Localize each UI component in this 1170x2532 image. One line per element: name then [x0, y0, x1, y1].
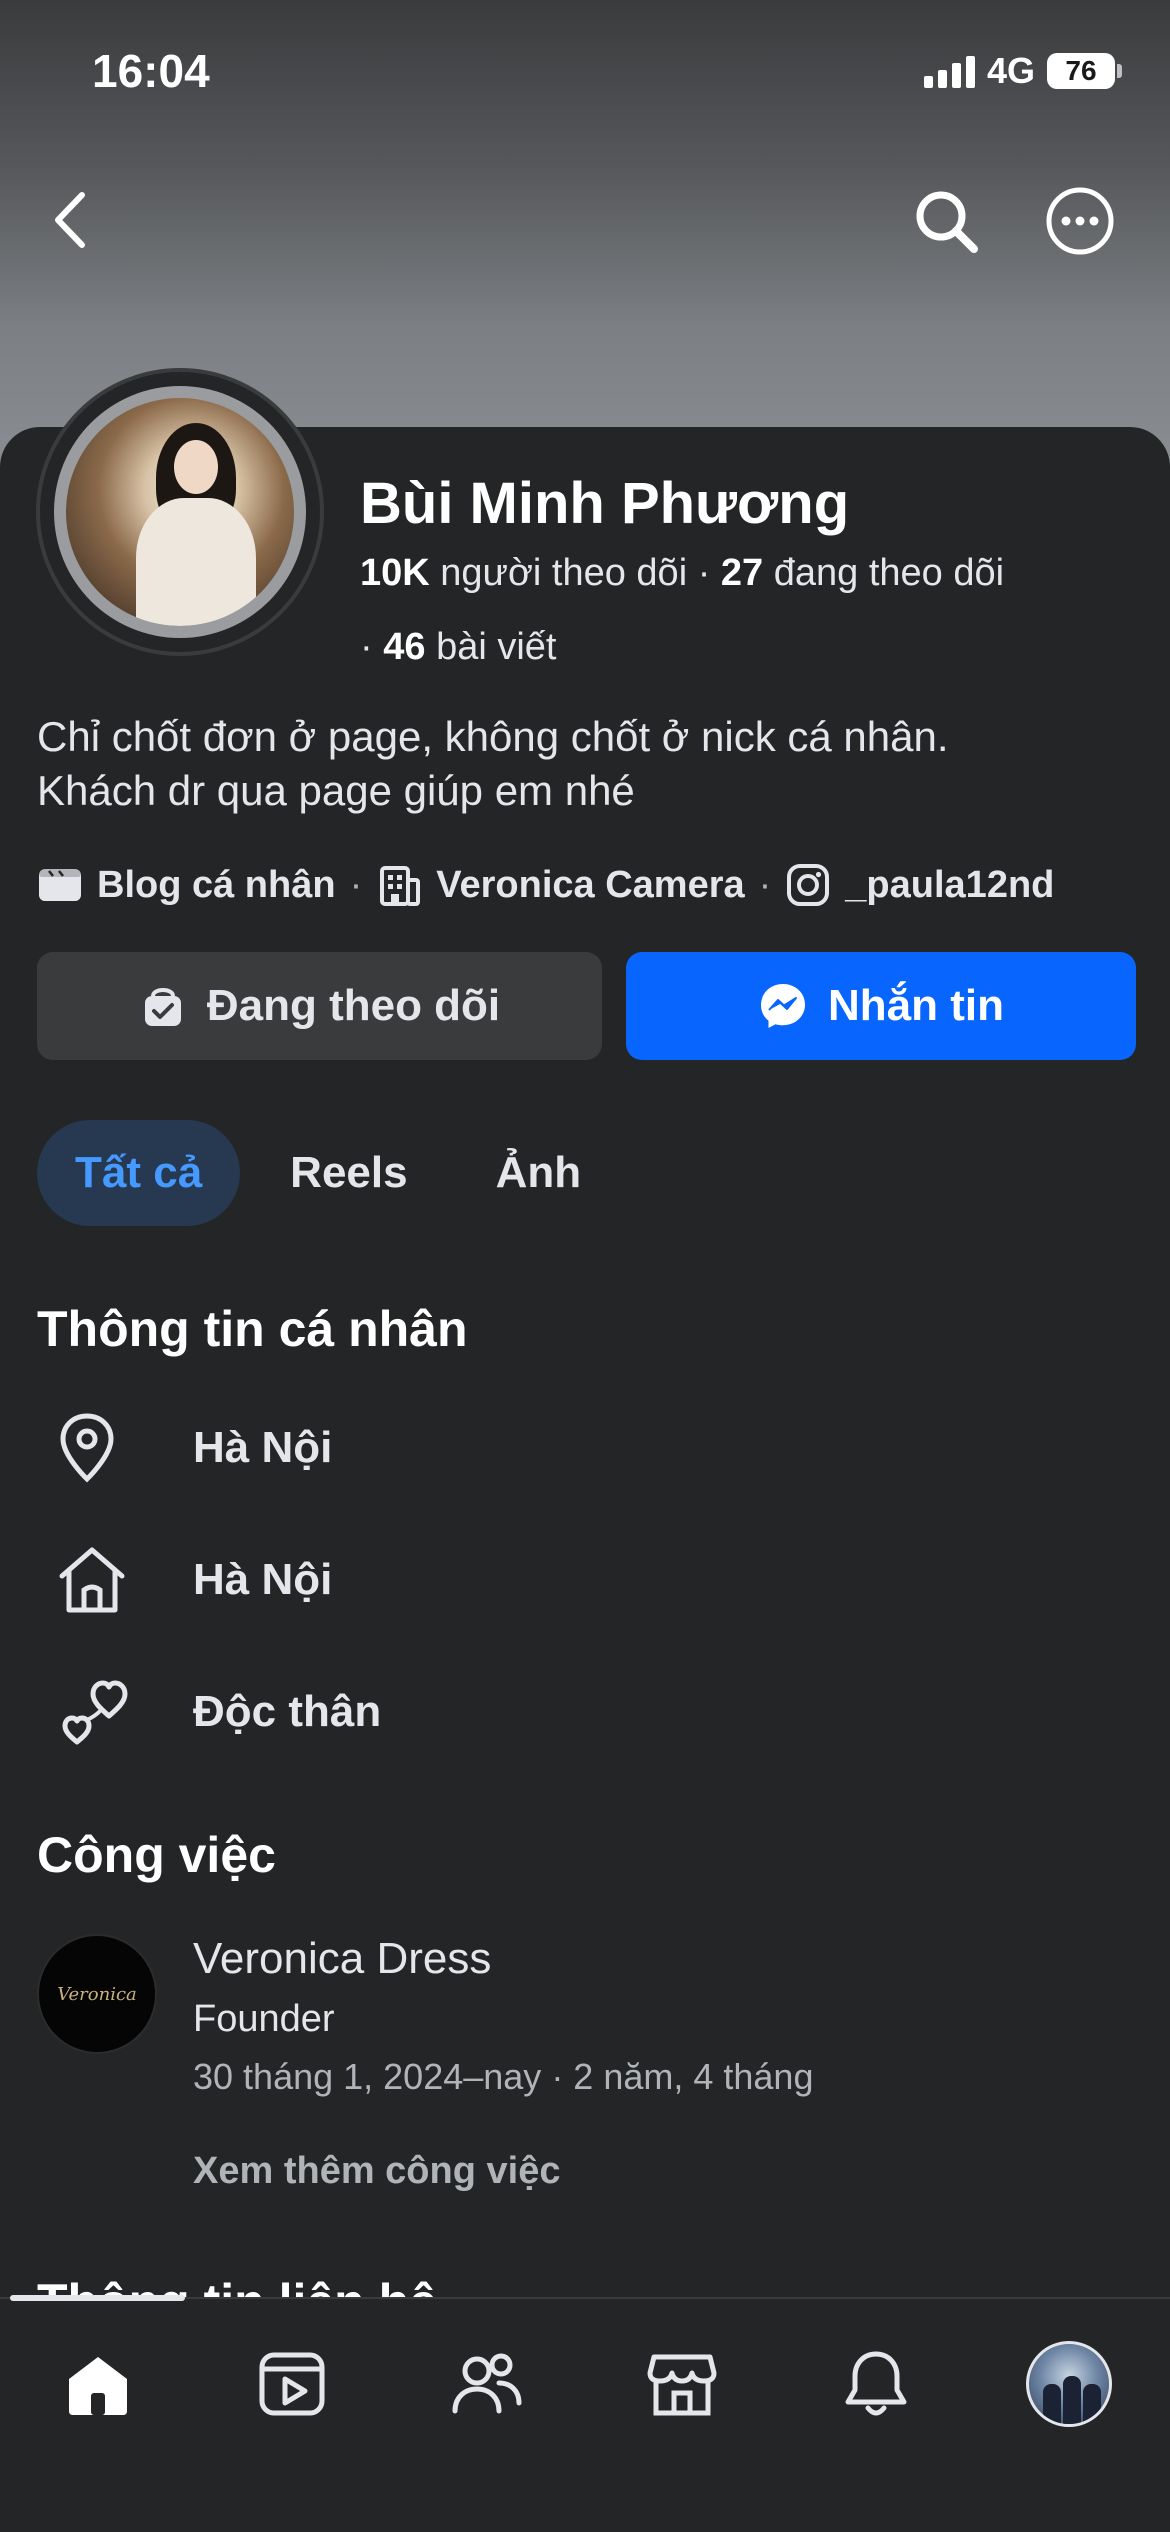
marketplace-icon	[647, 2354, 717, 2416]
status-indicators: 4G 76	[923, 50, 1122, 92]
more-options-button[interactable]	[1044, 185, 1116, 257]
work-dates: 30 tháng 1, 2024–nay · 2 năm, 4 tháng	[193, 2056, 814, 2097]
friends-icon	[452, 2353, 522, 2414]
battery-level: 76	[1047, 53, 1115, 89]
contact-title-text: Thông tin liên hệ	[37, 2268, 437, 2298]
info-text: Hà Nội	[193, 1423, 333, 1472]
instagram-icon	[787, 864, 830, 906]
company-logo[interactable]: Veronica	[37, 1934, 157, 2054]
battery-icon: 76	[1047, 53, 1122, 89]
posts-label: bài viết	[436, 626, 557, 668]
bio-line: Chỉ chốt đơn ở page, không chốt ở nick c…	[37, 713, 949, 760]
following-label: đang theo dõi	[773, 552, 1005, 594]
personal-info-title: Thông tin cá nhân	[37, 1301, 468, 1357]
profile-bio: Chỉ chốt đơn ở page, không chốt ở nick c…	[37, 710, 1137, 818]
posts-stats: · 46 bài viết	[360, 626, 557, 668]
top-navigation	[0, 175, 1170, 265]
location-pin-icon	[60, 1413, 114, 1483]
info-text: Độc thân	[193, 1687, 382, 1736]
back-button[interactable]	[44, 185, 104, 255]
company-logo-mark: Veronica	[57, 1983, 137, 2005]
nav-notifications[interactable]	[831, 2339, 921, 2429]
search-icon	[916, 191, 978, 253]
profile-photo	[66, 398, 294, 626]
link-label: Blog cá nhân	[97, 863, 336, 906]
following-check-icon	[144, 988, 181, 1026]
contact-info-title: Thông tin liên hệ	[37, 2268, 437, 2298]
link-instagram[interactable]: _paula12nd	[785, 862, 1054, 908]
search-button[interactable]	[910, 185, 982, 257]
following-button-label: Đang theo dõi	[206, 981, 501, 1030]
blog-icon	[39, 869, 81, 901]
link-label: _paula12nd	[845, 863, 1055, 906]
message-button-label: Nhắn tin	[828, 981, 1004, 1030]
bottom-tab-bar	[0, 2295, 1170, 2532]
info-text: Hà Nội	[193, 1555, 333, 1604]
nav-friends[interactable]	[442, 2339, 532, 2429]
work-role: Founder	[193, 1998, 335, 2040]
nav-home[interactable]	[53, 2339, 143, 2429]
status-time: 16:04	[92, 45, 210, 97]
profile-avatar[interactable]	[36, 368, 324, 656]
link-workplace[interactable]: Veronica Camera	[376, 862, 745, 908]
followers-count: 10K	[360, 552, 430, 594]
profile-links: Blog cá nhân · Veronica Camera · _paula1…	[37, 862, 1054, 908]
network-type: 4G	[986, 50, 1035, 91]
active-tab-indicator	[10, 2295, 185, 2301]
tab-all[interactable]: Tất cả	[37, 1120, 241, 1226]
posts-count: 46	[383, 626, 426, 668]
link-blog[interactable]: Blog cá nhân	[37, 862, 336, 908]
message-button[interactable]: Nhắn tin	[626, 952, 1136, 1060]
nav-profile[interactable]	[1024, 2339, 1114, 2429]
home-icon	[69, 2357, 127, 2415]
following-button[interactable]: Đang theo dõi	[37, 952, 602, 1060]
messenger-icon	[761, 984, 805, 1028]
video-icon	[259, 2352, 325, 2416]
following-count: 27	[720, 552, 764, 594]
work-title: Công việc	[37, 1827, 276, 1883]
profile-name: Bùi Minh Phương	[360, 471, 850, 536]
bio-line: Khách dr qua page giúp em nhé	[37, 767, 635, 814]
nav-marketplace[interactable]	[637, 2339, 727, 2429]
status-bar: 16:04 4G 76	[0, 0, 1170, 150]
nav-video[interactable]	[247, 2339, 337, 2429]
tab-reels[interactable]: Reels	[252, 1120, 445, 1226]
follow-stats[interactable]: 10K người theo dõi · 27 đang theo dõi	[360, 552, 1004, 595]
info-row-location: Hà Nội	[37, 1398, 1137, 1498]
hearts-icon	[62, 1680, 128, 1745]
company-name[interactable]: Veronica Dress	[193, 1934, 491, 1984]
signal-icon	[923, 54, 975, 88]
link-label: Veronica Camera	[436, 863, 745, 906]
info-row-hometown: Hà Nội	[37, 1530, 1137, 1630]
see-more-work-link[interactable]: Xem thêm công việc	[193, 2150, 560, 2193]
info-row-relationship: Độc thân	[37, 1662, 1137, 1762]
profile-sheet	[0, 427, 1170, 2297]
followers-label: người theo dõi	[440, 552, 688, 594]
tab-photos[interactable]: Ảnh	[458, 1120, 620, 1226]
profile-avatar	[1026, 2341, 1112, 2427]
back-arrow-icon	[55, 192, 85, 248]
more-dots-icon	[1046, 187, 1114, 255]
bell-icon	[845, 2351, 907, 2416]
profile-tabs: Tất cả Reels Ảnh	[37, 1120, 619, 1226]
home-icon	[59, 1547, 125, 1613]
building-icon	[380, 866, 421, 906]
